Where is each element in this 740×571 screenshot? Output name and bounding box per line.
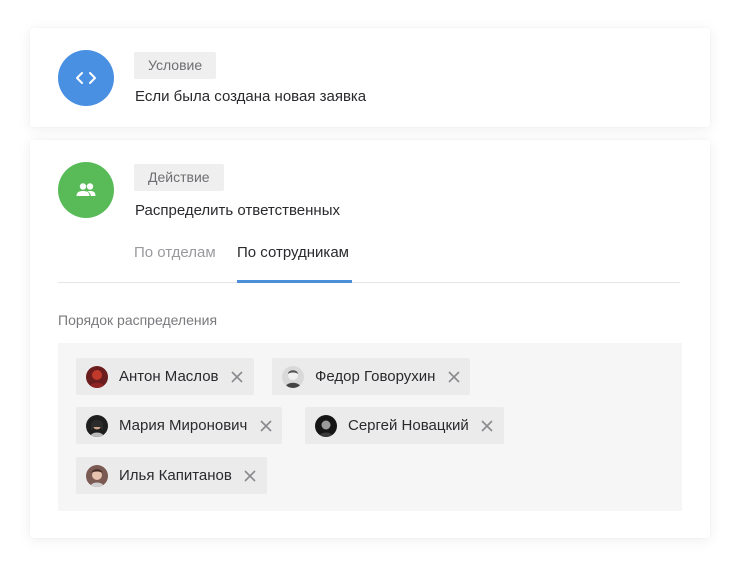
condition-tag: Условие: [134, 52, 217, 79]
remove-icon[interactable]: [244, 469, 257, 482]
employee-chip: Илья Капитанов: [76, 457, 267, 494]
people-icon: [58, 162, 114, 218]
employee-chip: Федор Говорухин: [272, 358, 471, 395]
action-tag: Действие: [134, 164, 224, 191]
avatar: [315, 414, 337, 437]
avatar: [86, 414, 108, 437]
active-tab-indicator: [237, 280, 352, 283]
avatar: [86, 464, 108, 487]
employee-name: Илья Капитанов: [119, 467, 232, 484]
tab-by-employees[interactable]: По сотрудникам: [237, 242, 349, 282]
employee-chip: Антон Маслов: [76, 358, 254, 395]
tab-by-departments[interactable]: По отделам: [134, 242, 216, 282]
avatar: [86, 365, 108, 388]
remove-icon[interactable]: [259, 419, 272, 432]
employee-name: Федор Говорухин: [315, 368, 436, 385]
action-card: Действие Распределить ответственных По о…: [30, 140, 710, 538]
employee-name: Сергей Новацкий: [348, 417, 469, 434]
distribution-order-label: Порядок распределения: [58, 312, 218, 328]
employee-name: Антон Маслов: [119, 368, 219, 385]
remove-icon[interactable]: [481, 419, 494, 432]
remove-icon[interactable]: [231, 370, 244, 383]
code-icon: [58, 50, 114, 106]
remove-icon[interactable]: [447, 370, 460, 383]
condition-description: Если была создана новая заявка: [135, 88, 367, 105]
distribution-tabs: По отделам По сотрудникам: [58, 242, 680, 283]
employee-name: Мария Миронович: [119, 417, 248, 434]
employee-chip: Сергей Новацкий: [305, 407, 504, 444]
condition-card: Условие Если была создана новая заявка: [30, 28, 710, 127]
action-description: Распределить ответственных: [135, 202, 340, 219]
employee-chips-area: Антон Маслов Федор Говорухин Мария Мирон…: [58, 343, 682, 511]
avatar: [282, 365, 304, 388]
employee-chip: Мария Миронович: [76, 407, 283, 444]
